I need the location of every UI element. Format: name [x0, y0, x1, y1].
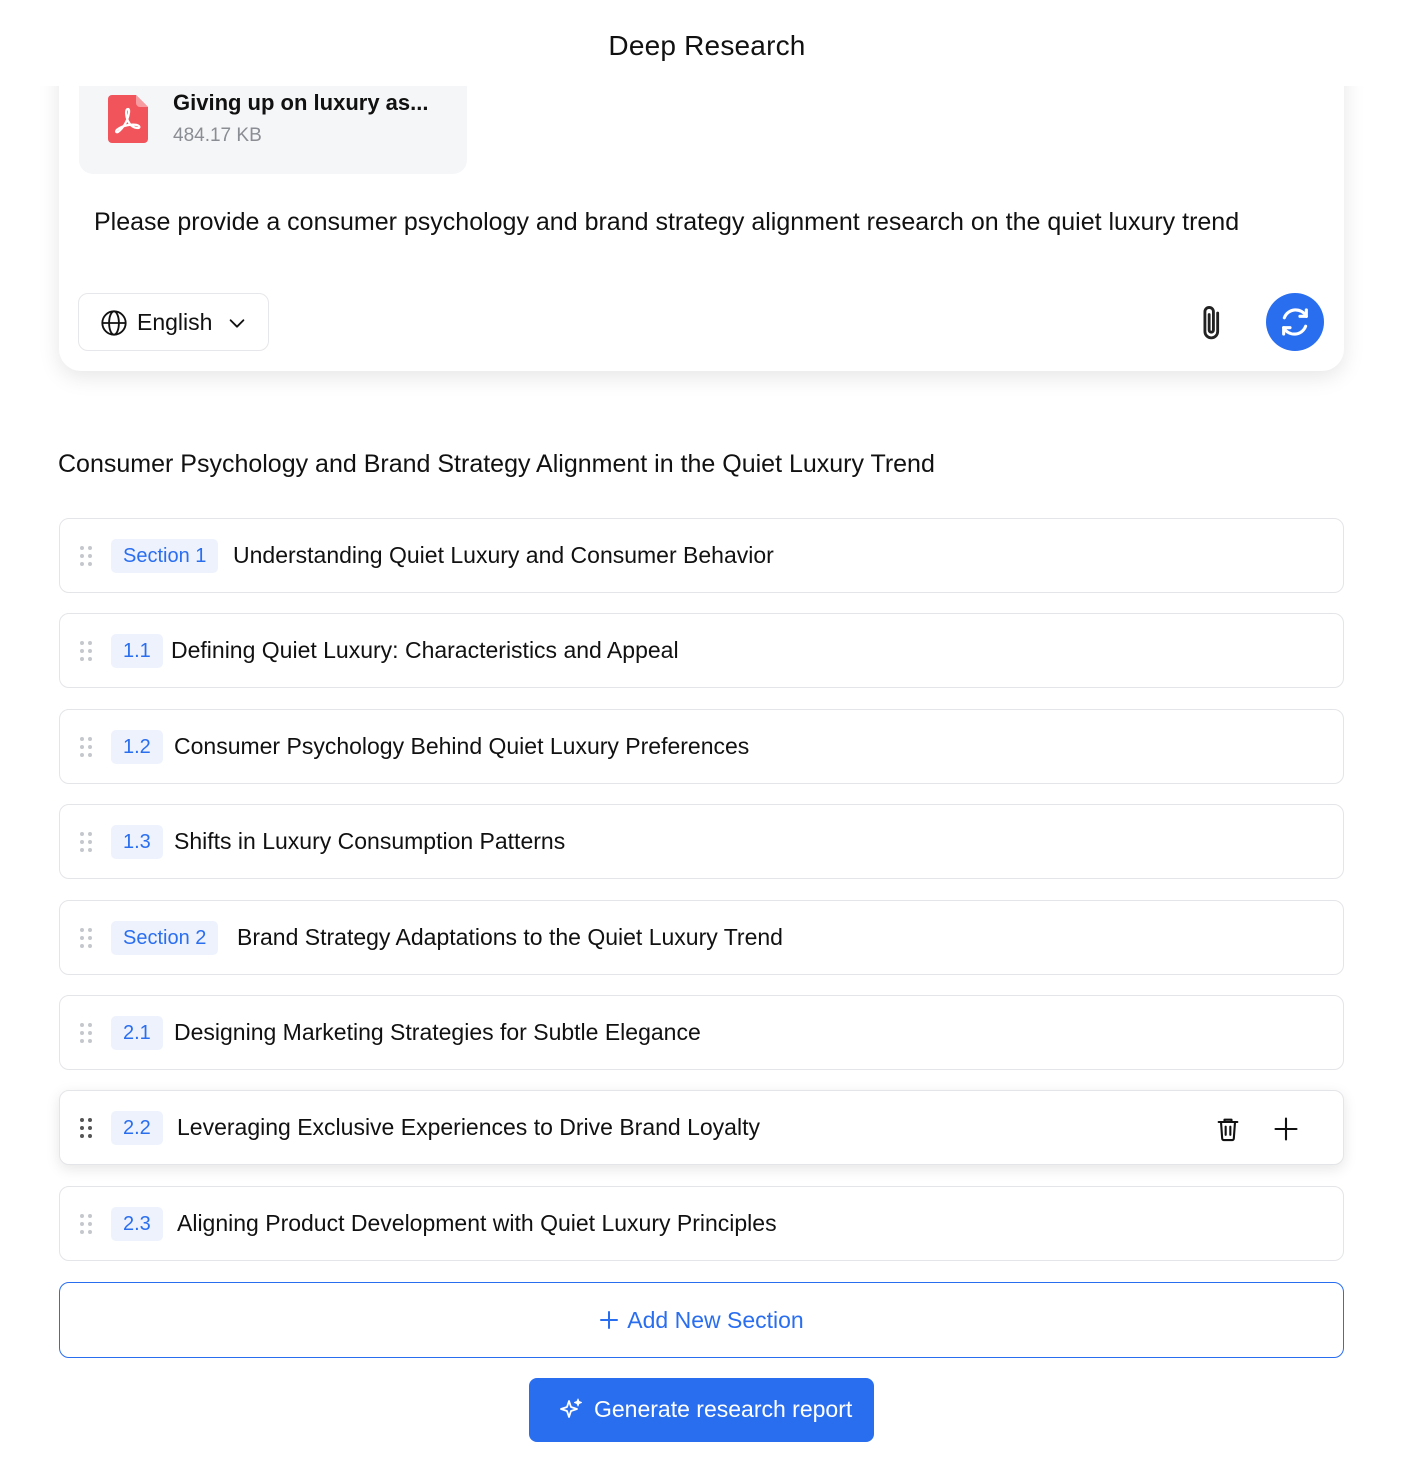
row-title[interactable]: Shifts in Luxury Consumption Patterns: [174, 828, 565, 855]
section-badge: Section 1: [111, 539, 219, 573]
subsection-badge: 2.3: [111, 1207, 163, 1241]
drag-handle-icon[interactable]: [78, 545, 94, 567]
page-header: Deep Research: [0, 0, 1414, 86]
page-title: Deep Research: [608, 30, 806, 61]
drag-handle-icon[interactable]: [78, 1117, 94, 1139]
section-badge: Section 2: [111, 921, 219, 955]
row-title[interactable]: Designing Marketing Strategies for Subtl…: [174, 1019, 701, 1046]
row-title[interactable]: Brand Strategy Adaptations to the Quiet …: [237, 924, 783, 951]
drag-handle-icon[interactable]: [78, 736, 94, 758]
drag-handle-icon[interactable]: [78, 640, 94, 662]
row-title[interactable]: Aligning Product Development with Quiet …: [177, 1210, 777, 1237]
chevron-down-icon: [229, 319, 245, 328]
file-name: Giving up on luxury as...: [173, 90, 429, 115]
outline-row-2-3[interactable]: 2.3 Aligning Product Development with Qu…: [59, 1186, 1344, 1261]
refresh-icon: [1282, 308, 1308, 336]
drag-handle-icon[interactable]: [78, 1213, 94, 1235]
generate-label: Generate research report: [594, 1396, 853, 1422]
outline-row-1-2[interactable]: 1.2 Consumer Psychology Behind Quiet Lux…: [59, 709, 1344, 784]
drag-handle-icon[interactable]: [78, 831, 94, 853]
row-title[interactable]: Defining Quiet Luxury: Characteristics a…: [171, 637, 679, 664]
subsection-badge: 1.2: [111, 730, 163, 764]
subsection-badge: 2.2: [111, 1111, 163, 1145]
outline-row-section-2[interactable]: Section 2 Brand Strategy Adaptations to …: [59, 900, 1344, 975]
pdf-file-icon: [108, 95, 148, 143]
add-section-label: Add New Section: [627, 1307, 804, 1333]
refresh-button[interactable]: [1266, 293, 1324, 351]
outline-row-section-1[interactable]: Section 1 Understanding Quiet Luxury and…: [59, 518, 1344, 593]
outline-row-1-3[interactable]: 1.3 Shifts in Luxury Consumption Pattern…: [59, 804, 1344, 879]
generate-report-button[interactable]: Generate research report: [529, 1378, 874, 1442]
research-input-card: Giving up on luxury as... 484.17 KB Plea…: [59, 40, 1344, 371]
outline-row-2-1[interactable]: 2.1 Designing Marketing Strategies for S…: [59, 995, 1344, 1070]
plus-icon[interactable]: [1272, 1115, 1300, 1143]
row-title[interactable]: Leveraging Exclusive Experiences to Driv…: [177, 1114, 760, 1141]
paperclip-icon[interactable]: [1195, 303, 1229, 343]
prompt-text[interactable]: Please provide a consumer psychology and…: [94, 208, 1239, 237]
globe-icon: [101, 310, 127, 336]
plus-icon: [600, 1311, 619, 1329]
subsection-badge: 1.1: [111, 634, 163, 668]
row-title[interactable]: Consumer Psychology Behind Quiet Luxury …: [174, 733, 749, 760]
file-size: 484.17 KB: [173, 125, 262, 146]
add-new-section-button[interactable]: Add New Section: [59, 1282, 1344, 1358]
outline-title: Consumer Psychology and Brand Strategy A…: [58, 450, 935, 478]
sparkle-icon: [560, 1398, 582, 1418]
language-label: English: [137, 309, 213, 335]
trash-icon[interactable]: [1214, 1115, 1242, 1143]
drag-handle-icon[interactable]: [78, 1022, 94, 1044]
subsection-badge: 2.1: [111, 1016, 163, 1050]
attached-file-chip[interactable]: Giving up on luxury as... 484.17 KB: [79, 80, 467, 174]
language-select[interactable]: English: [78, 293, 269, 351]
outline-row-1-1[interactable]: 1.1 Defining Quiet Luxury: Characteristi…: [59, 613, 1344, 688]
drag-handle-icon[interactable]: [78, 927, 94, 949]
outline-row-2-2[interactable]: 2.2 Leveraging Exclusive Experiences to …: [59, 1090, 1344, 1165]
subsection-badge: 1.3: [111, 825, 163, 859]
row-title[interactable]: Understanding Quiet Luxury and Consumer …: [233, 542, 774, 569]
